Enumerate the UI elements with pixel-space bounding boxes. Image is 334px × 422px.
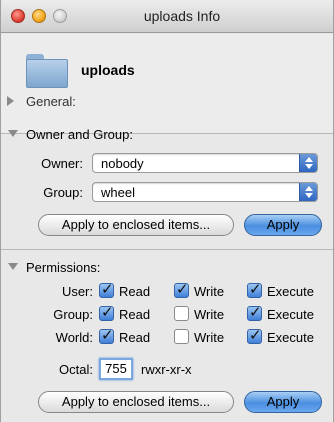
write-label: Write <box>194 330 225 345</box>
general-disclosure[interactable]: General: <box>7 94 76 109</box>
group-value: wheel <box>101 185 135 200</box>
group-execute-checkbox[interactable] <box>247 303 262 321</box>
disclosure-triangle-icon[interactable] <box>8 263 18 270</box>
owner-value: nobody <box>101 156 144 171</box>
permissions-disclosure[interactable]: Permissions: <box>8 260 101 275</box>
title-bar[interactable]: uploads Info <box>1 0 333 33</box>
read-label: Read <box>119 330 151 345</box>
world-execute-checkbox[interactable] <box>247 326 262 344</box>
info-window: uploads Info uploads General: Owner and … <box>0 0 334 422</box>
owner-group-disclosure[interactable]: Owner and Group: <box>8 127 133 142</box>
group-write-checkbox[interactable] <box>174 306 189 321</box>
perm-world-label: World: <box>55 330 93 345</box>
group-label: Group: <box>43 185 83 200</box>
item-name: uploads <box>81 62 135 78</box>
apply-enclosed-button[interactable]: Apply to enclosed items... <box>38 214 234 236</box>
permissions-section: Permissions: User: Read Write Execute Gr… <box>1 250 333 422</box>
disclosure-triangle-icon[interactable] <box>7 96 14 106</box>
user-write-checkbox[interactable] <box>174 280 189 298</box>
octal-field[interactable]: 755 <box>99 358 133 380</box>
read-label: Read <box>119 307 151 322</box>
execute-label: Execute <box>267 307 314 322</box>
world-read-checkbox[interactable] <box>99 326 114 344</box>
perm-group-label: Group: <box>53 307 93 322</box>
perm-user-label: User: <box>61 284 93 299</box>
user-execute-checkbox[interactable] <box>247 280 262 298</box>
execute-label: Execute <box>267 284 314 299</box>
apply-button[interactable]: Apply <box>244 391 322 413</box>
owner-group-title: Owner and Group: <box>26 127 133 142</box>
popup-arrows-icon <box>299 183 317 201</box>
general-label: General: <box>26 94 76 109</box>
group-popup[interactable]: wheel <box>92 182 318 202</box>
group-read-checkbox[interactable] <box>99 303 114 321</box>
apply-enclosed-button[interactable]: Apply to enclosed items... <box>38 391 234 413</box>
octal-label: Octal: <box>59 362 93 377</box>
permissions-title: Permissions: <box>26 260 101 275</box>
owner-label: Owner: <box>41 156 83 171</box>
execute-label: Execute <box>267 330 314 345</box>
popup-arrows-icon <box>299 154 317 172</box>
write-label: Write <box>194 284 225 299</box>
folder-icon <box>26 54 68 88</box>
disclosure-triangle-icon[interactable] <box>8 130 18 137</box>
world-write-checkbox[interactable] <box>174 329 189 344</box>
user-read-checkbox[interactable] <box>99 280 114 298</box>
owner-group-section: Owner and Group: Owner: nobody Group: wh… <box>1 117 333 250</box>
read-label: Read <box>119 284 151 299</box>
write-label: Write <box>194 307 225 322</box>
owner-popup[interactable]: nobody <box>92 153 318 173</box>
apply-button[interactable]: Apply <box>244 214 322 236</box>
symbolic-permissions: rwxr-xr-x <box>141 362 192 377</box>
window-title: uploads Info <box>143 8 221 24</box>
